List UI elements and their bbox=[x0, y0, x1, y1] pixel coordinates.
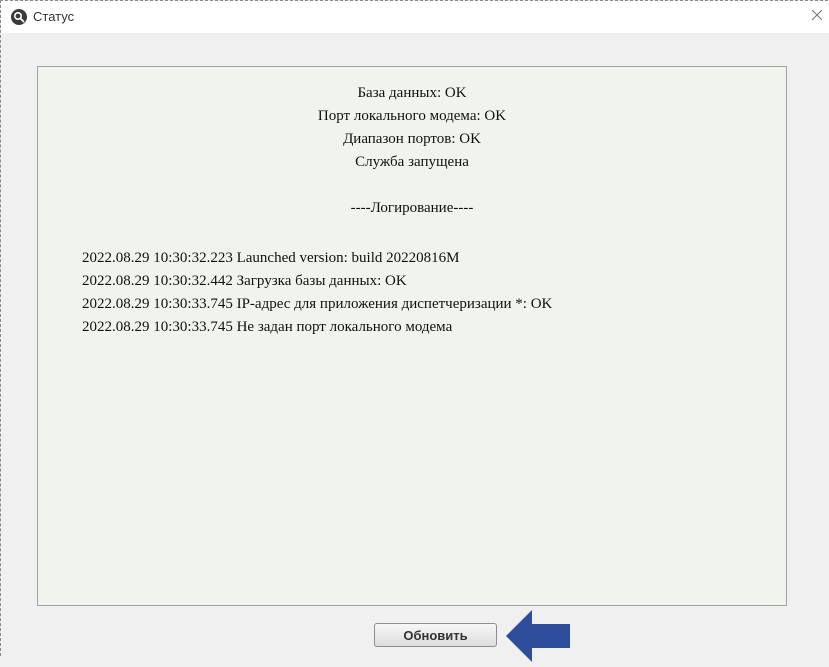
status-summary: База данных: OK Порт локального модема: … bbox=[38, 82, 786, 174]
arrow-left-icon bbox=[506, 610, 570, 662]
close-button[interactable] bbox=[805, 1, 829, 33]
refresh-button[interactable]: Обновить bbox=[374, 623, 497, 647]
log-line: 2022.08.29 10:30:32.223 Launched version… bbox=[82, 250, 460, 266]
status-line-service-running: Служба запущена bbox=[355, 154, 469, 170]
log-line: 2022.08.29 10:30:33.745 Не задан порт ло… bbox=[82, 319, 453, 335]
status-line-database: База данных: OK bbox=[357, 85, 467, 101]
app-logo-icon bbox=[11, 9, 27, 25]
log-line: 2022.08.29 10:30:32.442 Загрузка базы да… bbox=[82, 273, 407, 289]
status-line-port-range: Диапазон портов: OK bbox=[343, 131, 481, 147]
status-panel[interactable]: База данных: OK Порт локального модема: … bbox=[37, 66, 787, 606]
close-icon bbox=[811, 8, 823, 26]
log-header: ----Логирование---- bbox=[350, 200, 474, 216]
log-list: 2022.08.29 10:30:32.223 Launched version… bbox=[82, 247, 552, 339]
content-area: База данных: OK Порт локального модема: … bbox=[1, 33, 829, 662]
status-line-local-modem-port: Порт локального модема: OK bbox=[317, 108, 507, 124]
window-title: Статус bbox=[33, 9, 75, 24]
log-line: 2022.08.29 10:30:33.745 IP-адрес для при… bbox=[82, 296, 553, 312]
title-bar: Статус bbox=[1, 1, 829, 33]
status-window: Статус База данных: OK Порт локального м… bbox=[0, 0, 829, 662]
